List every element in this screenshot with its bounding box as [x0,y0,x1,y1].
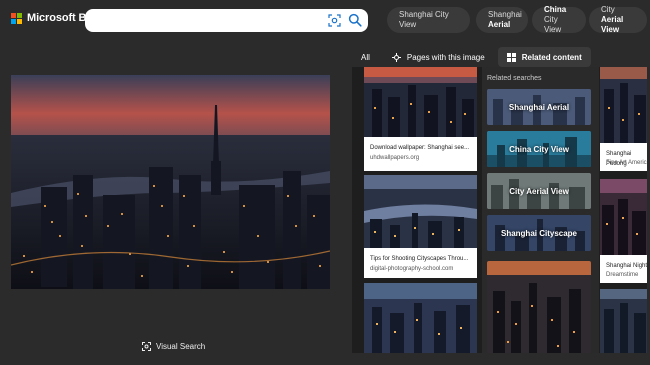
tab-pages-with-image[interactable]: Pages with this image [383,47,494,67]
tab-label: Pages with this image [406,52,485,62]
related-searches-title: Related searches [487,75,542,82]
chip-shanghai-aerial[interactable]: Shanghai Aerial [476,7,528,33]
chip-city-aerial-view[interactable]: City Aerial View [589,5,647,34]
visual-search-icon [142,342,151,351]
tab-label: Related content [521,52,582,62]
result-thumbnail [364,283,477,353]
result-source: uhdwallpapers.org [370,155,420,161]
result-card[interactable] [364,283,477,353]
chip-shanghai-city-view[interactable]: Shanghai City View [387,7,470,33]
chip-label-bold: Aerial View [601,15,624,34]
result-source: digital-photography-school.com [370,266,454,272]
related-content-pane[interactable]: Download wallpaper: Shanghai see... uhdw… [352,67,650,353]
result-thumbnail [364,175,477,248]
chip-china-city-view[interactable]: China City View [532,5,586,34]
related-search-china-city-view[interactable]: China City View [487,131,591,167]
tab-related-content[interactable]: Related content [497,47,591,67]
result-title: Download wallpaper: Shanghai see... [370,145,470,151]
result-card[interactable]: Tips for Shooting Cityscapes Throu... di… [364,175,477,278]
related-searches: Related searches Shanghai Aerial China C… [482,67,599,353]
result-thumbnail [600,179,650,255]
related-search-label: City Aerial View [509,186,569,196]
chip-label: Shanghai [488,10,522,19]
related-image[interactable] [487,261,591,353]
result-thumbnail [364,67,477,137]
chip-label-bold: Aerial [488,20,511,29]
result-thumbnail [600,67,650,143]
tab-all[interactable]: All [352,47,379,67]
result-card[interactable] [600,289,650,353]
related-search-label: Shanghai Aerial [508,102,570,112]
visual-search-label: Visual Search [156,342,206,351]
related-search-label: Shanghai Cityscape [500,228,578,238]
grid-icon [506,52,516,62]
chip-label-bold: China [544,5,567,14]
related-search-label: China City View [509,144,569,154]
chip-label: Shanghai City View [399,10,449,29]
result-card[interactable]: Shanghai Night Dreamstime [600,179,650,283]
chip-label: City View [544,15,562,34]
chip-label: City [601,5,615,14]
tab-label: All [361,52,370,62]
related-search-shanghai-aerial[interactable]: Shanghai Aerial [487,89,591,125]
result-card[interactable]: Shanghai Pudong Fine Art America [600,67,650,171]
result-tabs: All Pages with this image Related conten… [352,47,591,67]
result-source: Fine Art America [606,160,650,166]
shanghai-night-photo [11,75,330,289]
visual-search-button[interactable]: Visual Search [142,342,205,351]
result-source: Dreamstime [606,272,639,278]
result-thumbnail [600,289,650,353]
related-search-shanghai-cityscape[interactable]: Shanghai Cityscape [487,215,591,251]
search-input[interactable] [85,9,368,32]
result-title: Tips for Shooting Cityscapes Throu... [370,256,469,262]
related-search-city-aerial-view[interactable]: City Aerial View [487,173,591,209]
pages-icon [391,52,401,62]
magnifier-icon[interactable] [348,13,362,27]
microsoft-logo-icon [11,12,22,24]
main-image[interactable] [11,75,330,289]
visual-search-icon[interactable] [328,14,341,27]
result-card[interactable]: Download wallpaper: Shanghai see... uhdw… [364,67,477,171]
bing-visual-search-page: Microsoft Bing Shanghai City View Shangh… [0,0,650,365]
